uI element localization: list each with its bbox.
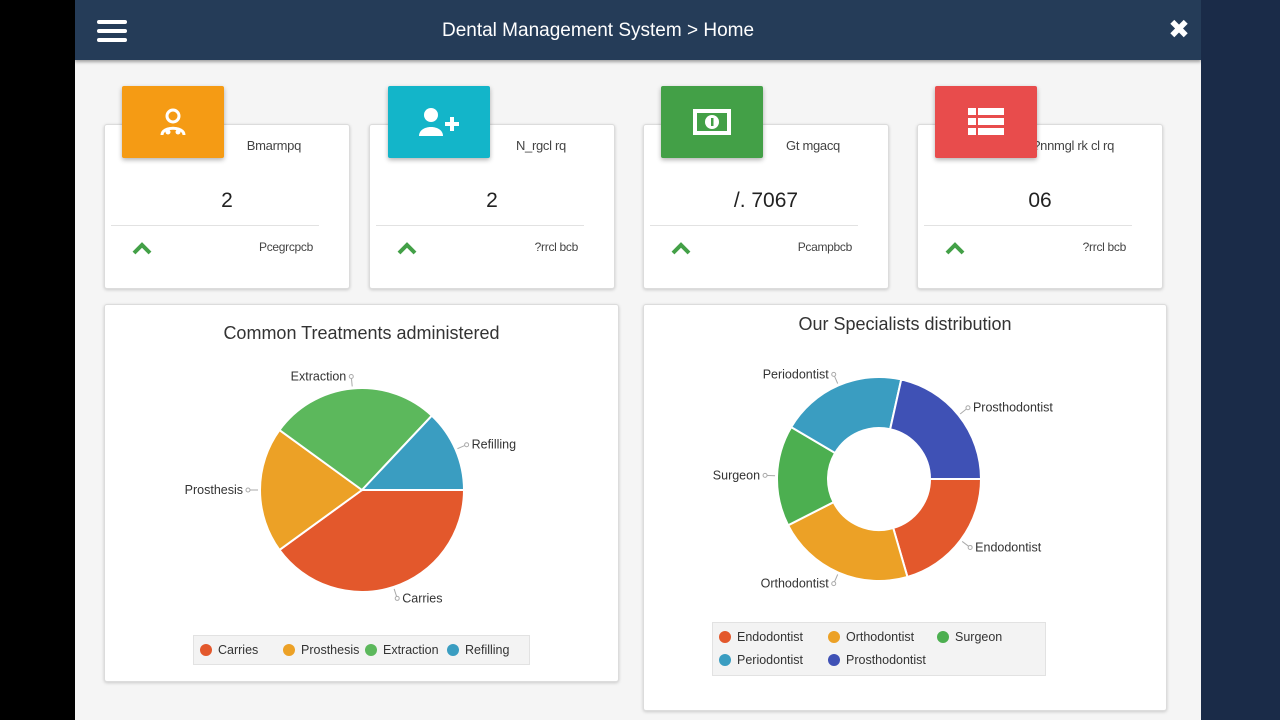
stat-card-value: /. 7067	[733, 189, 799, 212]
card-divider	[376, 225, 584, 226]
legend-item-endodontist[interactable]: Endodontist	[719, 630, 803, 644]
right-bezel	[1201, 0, 1280, 720]
trend-up-icon	[132, 242, 152, 255]
legend-item-periodontist[interactable]: Periodontist	[719, 653, 803, 667]
legend-item-prosthodontist[interactable]: Prosthodontist	[828, 653, 926, 667]
stat-card-footer: Pcampbcb	[797, 240, 853, 254]
legend-label: Extraction	[383, 643, 439, 657]
stat-card-footer: Pcegrcpcb	[259, 240, 313, 254]
pie-label-dot	[348, 374, 354, 380]
legend-dot	[828, 654, 840, 666]
legend-label: Prosthesis	[301, 643, 360, 657]
specialists-chart-panel: Our Specialists distribution Endodontist…	[643, 304, 1167, 711]
treatments-legend: Carries Prosthesis Extraction Refilling	[193, 635, 530, 665]
treatments-chart-panel: Common Treatments administered Carries Pr…	[104, 304, 619, 682]
stat-card-footer: ?rrcl bcb	[1082, 240, 1127, 254]
legend-label: Orthodontist	[846, 630, 915, 644]
pie-label-periodontist: Periodontist	[763, 367, 830, 381]
app-window: Dental Management System > Home ✖ Bmarmp…	[75, 0, 1201, 720]
legend-item-prosthesis[interactable]: Prosthesis	[283, 643, 359, 657]
title-bar: Dental Management System > Home ✖	[75, 0, 1201, 60]
specialists-legend: Endodontist Orthodontist Surgeon Periodo…	[712, 622, 1046, 676]
legend-dot	[447, 644, 459, 656]
legend-label: Endodontist	[737, 630, 804, 644]
legend-dot	[719, 631, 731, 643]
legend-dot	[828, 631, 840, 643]
left-bezel	[0, 0, 75, 720]
window-title: Dental Management System > Home	[441, 20, 755, 41]
card-divider	[924, 225, 1132, 226]
legend-dot	[365, 644, 377, 656]
money-icon[interactable]	[661, 86, 763, 158]
pie-label-extraction: Extraction	[291, 370, 347, 384]
card-divider	[650, 225, 858, 226]
legend-label: Periodontist	[737, 653, 804, 667]
stat-card-label: N_rgcl rq	[515, 138, 566, 153]
close-icon[interactable]: ✖	[1167, 17, 1191, 43]
pie-label-orthodontist: Orthodontist	[761, 577, 830, 591]
legend-item-surgeon[interactable]: Surgeon	[937, 630, 1002, 644]
card-divider	[111, 225, 319, 226]
stat-card-label: Bmarmpq	[246, 138, 302, 153]
stat-card-footer: ?rrcl bcb	[534, 240, 579, 254]
pie-label-carries: Carries	[402, 591, 442, 605]
legend-label: Refilling	[465, 643, 510, 657]
add-user-icon[interactable]	[388, 86, 490, 158]
legend-item-carries[interactable]: Carries	[200, 643, 258, 657]
pie-label-prosthodontist: Prosthodontist	[973, 401, 1053, 415]
trend-up-icon	[397, 242, 417, 255]
legend-dot	[937, 631, 949, 643]
stat-card-value: 2	[486, 189, 498, 212]
trend-up-icon	[945, 242, 965, 255]
pie-label-dot	[831, 581, 837, 587]
stat-card-value: 06	[1028, 189, 1052, 212]
treatments-pie-chart: Carries Prosthesis Extraction Refilling	[185, 370, 517, 606]
pie-label-surgeon: Surgeon	[713, 468, 760, 482]
pie-label-dot	[831, 371, 837, 377]
legend-label: Carries	[218, 643, 259, 657]
legend-item-extraction[interactable]: Extraction	[365, 643, 439, 657]
pie-label-dot	[967, 544, 973, 550]
legend-dot	[200, 644, 212, 656]
legend-label: Surgeon	[955, 630, 1003, 644]
pie-label-refilling: Refilling	[472, 438, 517, 452]
pie-label-dot	[965, 405, 971, 411]
pie-slice-endodontist[interactable]	[891, 478, 983, 579]
pie-label-dot	[464, 442, 470, 448]
legend-item-refilling[interactable]: Refilling	[447, 643, 509, 657]
legend-dot	[719, 654, 731, 666]
doctor-icon[interactable]	[122, 86, 224, 158]
pie-label-dot	[394, 595, 400, 601]
pie-label-dot	[245, 487, 251, 493]
legend-item-orthodontist[interactable]: Orthodontist	[828, 630, 914, 644]
legend-label: Prosthodontist	[846, 653, 926, 667]
stat-card-label: ?nnmgl rk cl rq	[1033, 138, 1114, 153]
trend-up-icon	[671, 242, 691, 255]
stat-card-value: 2	[221, 189, 233, 212]
legend-dot	[283, 644, 295, 656]
pie-label-dot	[762, 472, 768, 478]
pie-label-endodontist: Endodontist	[975, 540, 1042, 554]
pie-slice-prosthodontist[interactable]	[888, 378, 983, 480]
pie-label-prosthesis: Prosthesis	[185, 483, 243, 497]
list-icon[interactable]	[935, 86, 1037, 158]
stat-card-label: Gt mgacq	[786, 138, 840, 153]
